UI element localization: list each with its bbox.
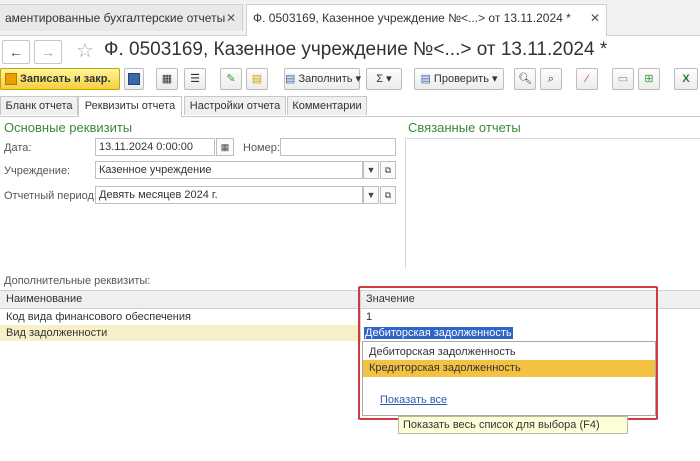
sum-button[interactable]: Σ ▾: [366, 68, 402, 90]
magnifier-user-icon: ⌕: [547, 73, 555, 85]
find-user-button[interactable]: ⌕: [540, 68, 562, 90]
back-button[interactable]: ←: [2, 40, 30, 64]
arrow-right-icon: →: [41, 44, 55, 60]
calendar-button[interactable]: ▦: [216, 138, 234, 156]
calendar-icon: ▦: [220, 142, 230, 152]
check-button[interactable]: ▤ Проверить ▾: [414, 68, 504, 90]
excel-button[interactable]: X: [674, 68, 698, 90]
floppy-icon: [128, 73, 140, 86]
chevron-down-icon: ▾: [355, 73, 362, 85]
list-icon: ☰: [190, 73, 200, 85]
fill-icon: ▤: [285, 73, 296, 85]
related-reports-list[interactable]: [405, 138, 700, 269]
window-tab-label: аментированные бухгалтерские отчеты: [5, 11, 226, 25]
table-row-name[interactable]: Код вида финансового обеспечения: [6, 311, 191, 323]
open-icon: ⧉: [384, 190, 392, 200]
grid-icon: ▦: [161, 73, 173, 85]
date-field[interactable]: 13.11.2024 0:00:00: [95, 138, 215, 156]
table-row-name[interactable]: Вид задолженности: [6, 327, 107, 339]
col-name-header[interactable]: Наименование: [6, 293, 82, 305]
find-button[interactable]: 🔍︎: [514, 68, 536, 90]
institution-label: Учреждение:: [4, 165, 71, 177]
note-icon: ▤: [251, 73, 263, 85]
extra-title: Дополнительные реквизиты:: [4, 275, 151, 287]
clear-button[interactable]: ⁄: [576, 68, 598, 90]
close-icon[interactable]: ✕: [226, 5, 236, 31]
magnifier-icon: 🔍︎: [518, 73, 532, 85]
period-field[interactable]: Девять месяцев 2024 г.: [95, 186, 363, 204]
section-main-title: Основные реквизиты: [4, 120, 133, 135]
edit-button[interactable]: ✎: [220, 68, 242, 90]
institution-dropdown-button[interactable]: ▼: [363, 161, 379, 179]
save-button[interactable]: [124, 68, 144, 90]
excel-icon: X: [682, 73, 690, 85]
chevron-down-icon: ▾: [386, 73, 392, 85]
chevron-down-icon: ▼: [366, 190, 376, 200]
period-open-button[interactable]: ⧉: [380, 186, 396, 204]
form-tabs: Бланк отчета Реквизиты отчета Настройки …: [0, 96, 700, 117]
tab-requisites[interactable]: Реквизиты отчета: [78, 96, 182, 117]
layout-button[interactable]: ▭: [612, 68, 634, 90]
forward-button[interactable]: →: [34, 40, 62, 64]
institution-field[interactable]: Казенное учреждение: [95, 161, 363, 179]
related-reports-title: Связанные отчеты: [408, 120, 521, 135]
strike-icon: ⁄: [586, 73, 588, 85]
period-dropdown-button[interactable]: ▼: [363, 186, 379, 204]
favorite-star-icon[interactable]: ☆: [76, 38, 94, 63]
date-label: Дата:: [4, 142, 32, 154]
period-label: Отчетный период:: [4, 190, 97, 202]
fill-button[interactable]: ▤ Заполнить ▾: [284, 68, 362, 90]
pencil-icon: ✎: [226, 73, 236, 85]
tab-comments[interactable]: Комментарии: [287, 96, 367, 115]
check-doc-icon: ▤: [420, 73, 431, 85]
chevron-down-icon: ▾: [492, 73, 498, 85]
window-tab-label: Ф. 0503169, Казенное учреждение №<...> о…: [253, 11, 571, 25]
list-view-button[interactable]: ☰: [184, 68, 206, 90]
save-close-icon: [5, 73, 17, 86]
add-row-button[interactable]: ⊞: [638, 68, 660, 90]
arrow-left-icon: ←: [9, 44, 23, 60]
number-field[interactable]: [280, 138, 396, 156]
toolbar: Записать и закр. ▦ ☰ ✎ ▤ ▤ Заполнить ▾ Σ…: [0, 68, 700, 92]
number-label: Номер:: [243, 142, 280, 154]
page-title: Ф. 0503169, Казенное учреждение №<...> о…: [104, 39, 608, 60]
add-panel-icon: ⊞: [644, 73, 654, 85]
panel-icon: ▭: [617, 73, 629, 85]
window-tab-reports[interactable]: аментированные бухгалтерские отчеты ✕: [0, 4, 243, 31]
highlight-frame: [358, 286, 658, 420]
save-close-button[interactable]: Записать и закр.: [0, 68, 120, 90]
institution-open-button[interactable]: ⧉: [380, 161, 396, 179]
tab-settings[interactable]: Настройки отчета: [184, 96, 286, 115]
note-button[interactable]: ▤: [246, 68, 268, 90]
window-tab-bar: аментированные бухгалтерские отчеты ✕ Ф.…: [0, 0, 700, 36]
close-icon[interactable]: ✕: [590, 5, 600, 31]
open-icon: ⧉: [384, 165, 392, 175]
chevron-down-icon: ▼: [366, 165, 376, 175]
tab-blank[interactable]: Бланк отчета: [0, 96, 78, 115]
window-tab-current[interactable]: Ф. 0503169, Казенное учреждение №<...> о…: [246, 4, 607, 36]
table-view-button[interactable]: ▦: [156, 68, 178, 90]
tooltip: Показать весь список для выбора (F4): [398, 416, 628, 434]
